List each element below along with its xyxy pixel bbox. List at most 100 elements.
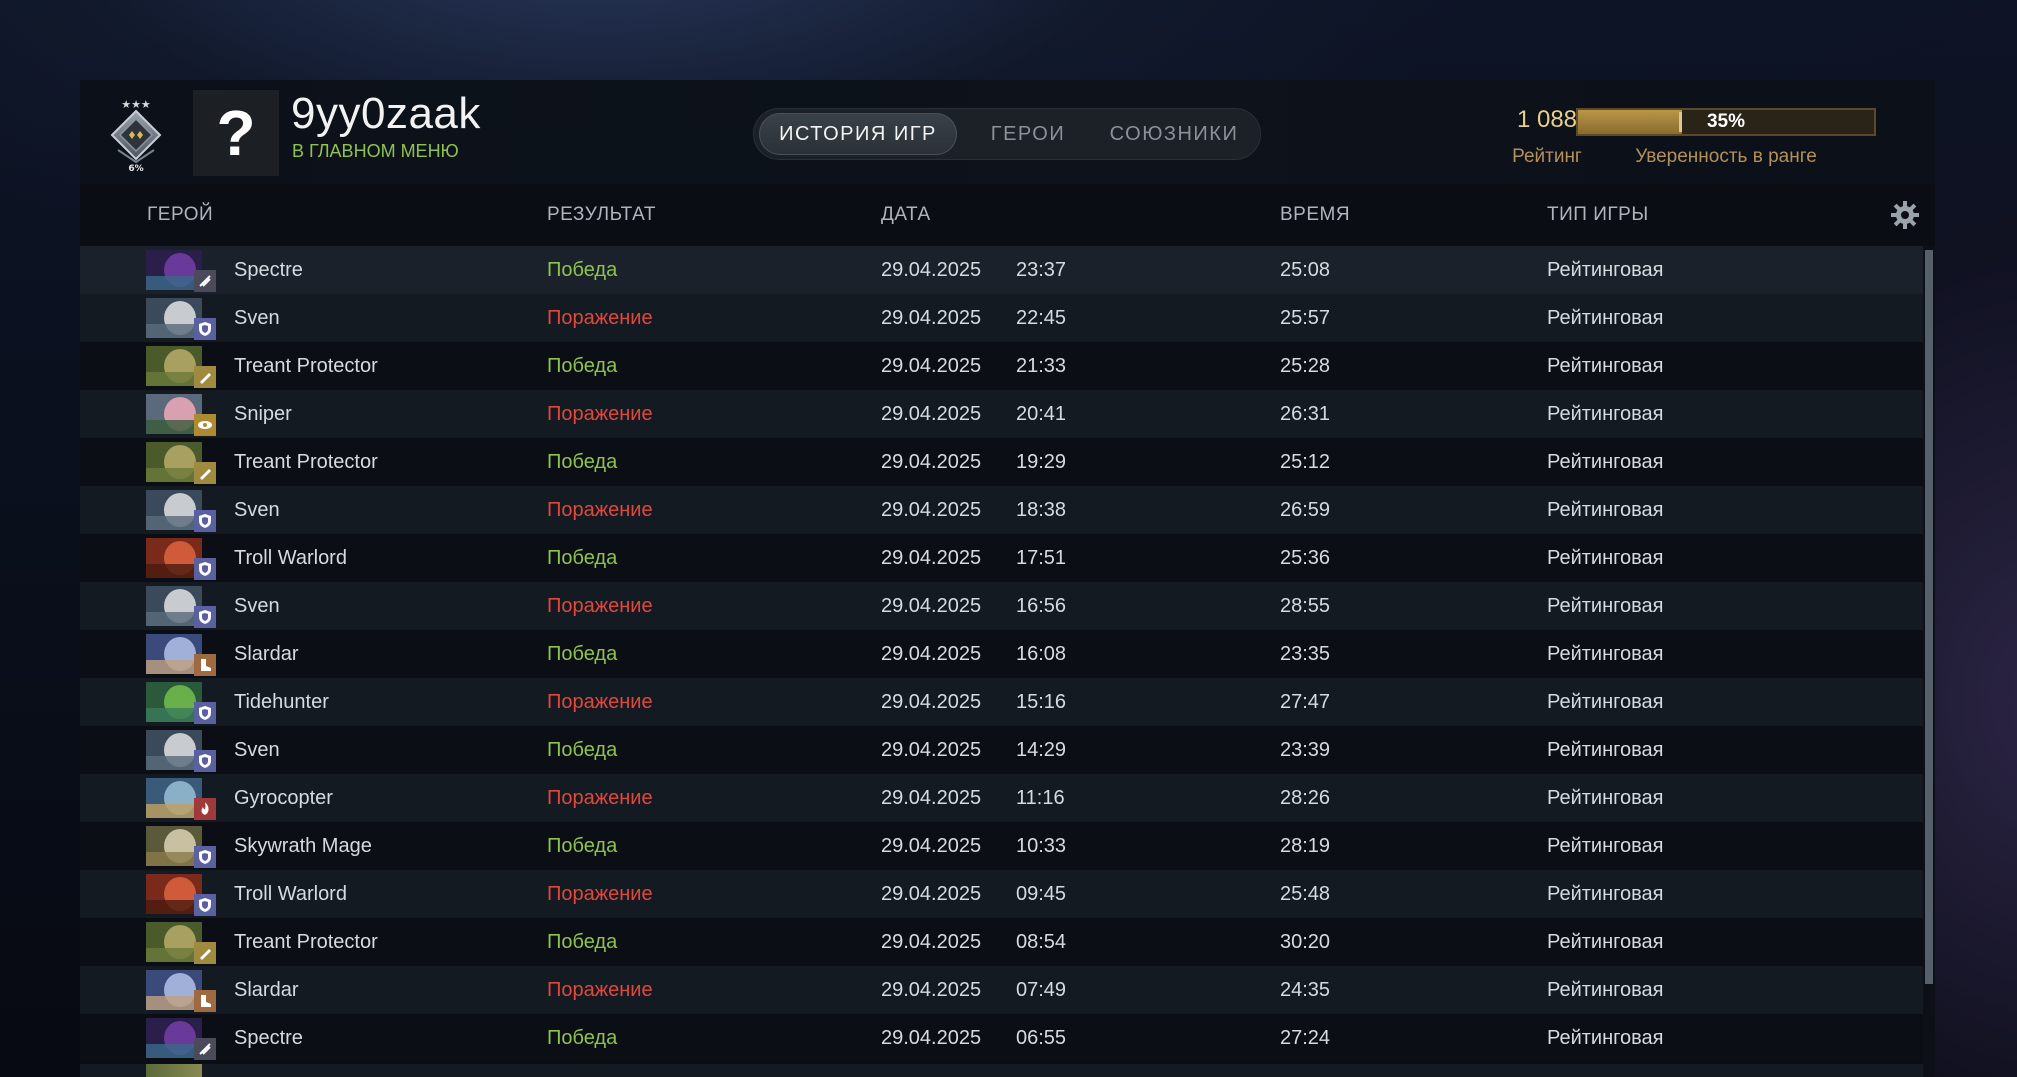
match-result: Поражение bbox=[547, 787, 653, 809]
match-result: Победа bbox=[547, 355, 618, 377]
match-start-time: 15:16 bbox=[1016, 691, 1067, 713]
match-result: Победа bbox=[547, 547, 618, 569]
table-row[interactable]: Sven Победа 29.04.2025 14:29 23:39 Рейтингова… bbox=[80, 726, 1923, 774]
match-date: 29.04.2025 bbox=[881, 979, 982, 1001]
settings-gear-icon[interactable] bbox=[1890, 200, 1920, 230]
match-duration: 27:24 bbox=[1280, 1027, 1331, 1049]
table-row[interactable]: Treant Protector Победа 29.04.2025 19:29 25:… bbox=[80, 438, 1923, 486]
hero-name: Sven bbox=[234, 595, 280, 617]
hero-name: Spectre bbox=[234, 1027, 303, 1049]
match-start-time: 20:41 bbox=[1016, 403, 1067, 425]
match-duration: 28:19 bbox=[1280, 835, 1331, 857]
match-date: 29.04.2025 bbox=[881, 643, 982, 665]
hero-name: Slardar bbox=[234, 643, 299, 665]
game-type: Рейтинговая bbox=[1547, 307, 1664, 329]
match-date: 29.04.2025 bbox=[881, 787, 982, 809]
hero-name: Sniper bbox=[234, 403, 292, 425]
rank-stars: ★★★ bbox=[121, 98, 151, 111]
table-row[interactable]: Treant Protector Победа 29.04.2025 08:54 30:… bbox=[80, 918, 1923, 966]
table-row[interactable]: Spectre Победа 29.04.2025 06:55 27:24 Рейтинг… bbox=[80, 1014, 1923, 1062]
hero-name: Treant Protector bbox=[234, 931, 378, 953]
shield-icon bbox=[194, 702, 216, 724]
table-row[interactable]: Skywrath Mage Победа 29.04.2025 10:33 28:19 Р… bbox=[80, 822, 1923, 870]
rank-medal-icon[interactable]: ★★★ 6% bbox=[106, 98, 166, 172]
carry-icon bbox=[194, 270, 216, 292]
table-row[interactable]: Troll Warlord Победа 29.04.2025 17:51 25:36 Р… bbox=[80, 534, 1923, 582]
match-result: Победа bbox=[547, 643, 618, 665]
hero-name: Sven bbox=[234, 739, 280, 761]
shield-icon bbox=[194, 894, 216, 916]
hero-name: Gyrocopter bbox=[234, 787, 333, 809]
table-row[interactable]: Slardar Победа 29.04.2025 16:08 23:35 Рейтинг… bbox=[80, 630, 1923, 678]
hero-name: Sven bbox=[234, 499, 280, 521]
match-start-time: 07:49 bbox=[1016, 979, 1067, 1001]
tab-heroes[interactable]: ГЕРОИ bbox=[967, 113, 1089, 155]
match-start-time: 10:33 bbox=[1016, 835, 1067, 857]
match-duration: 25:28 bbox=[1280, 355, 1331, 377]
table-row[interactable]: Slardar Поражение 29.04.2025 07:49 24:35 Рейт… bbox=[80, 966, 1923, 1014]
column-header-hero[interactable]: ГЕРОЙ bbox=[147, 204, 213, 226]
match-start-time: 11:16 bbox=[1016, 787, 1065, 809]
tab-match-history[interactable]: ИСТОРИЯ ИГР bbox=[759, 113, 957, 155]
table-row[interactable]: Sven Поражение 29.04.2025 22:45 25:57 Рейтинг… bbox=[80, 294, 1923, 342]
match-date: 29.04.2025 bbox=[881, 451, 982, 473]
hero-name: Troll Warlord bbox=[234, 547, 347, 569]
tab-allies[interactable]: СОЮЗНИКИ bbox=[1099, 113, 1249, 155]
table-row[interactable]: Spectre Победа 29.04.2025 23:37 25:08 Рейтинг… bbox=[80, 246, 1923, 294]
game-type: Рейтинговая bbox=[1547, 883, 1664, 905]
match-result: Поражение bbox=[547, 691, 653, 713]
match-date: 29.04.2025 bbox=[881, 931, 982, 953]
column-header-duration[interactable]: ВРЕМЯ bbox=[1280, 204, 1350, 226]
match-start-time: 18:38 bbox=[1016, 499, 1067, 521]
match-date: 29.04.2025 bbox=[881, 739, 982, 761]
match-start-time: 22:45 bbox=[1016, 307, 1067, 329]
match-duration: 25:57 bbox=[1280, 307, 1331, 329]
hero-name: Sven bbox=[234, 307, 280, 329]
game-type: Рейтинговая bbox=[1547, 787, 1664, 809]
match-start-time: 21:33 bbox=[1016, 355, 1067, 377]
game-type: Рейтинговая bbox=[1547, 691, 1664, 713]
match-result: Поражение bbox=[547, 883, 653, 905]
table-row[interactable]: Treant Protector Победа 29.04.2025 21:33 25:… bbox=[80, 342, 1923, 390]
match-duration: 26:59 bbox=[1280, 499, 1331, 521]
match-start-time: 17:51 bbox=[1016, 547, 1067, 569]
match-start-time: 06:55 bbox=[1016, 1027, 1067, 1049]
tab-bar: ИСТОРИЯ ИГР ГЕРОИ СОЮЗНИКИ bbox=[753, 108, 1261, 160]
scrollbar-track[interactable] bbox=[1923, 246, 1935, 1077]
table-row[interactable]: Tidehunter Поражение 29.04.2025 15:16 27:47 Р… bbox=[80, 678, 1923, 726]
match-list: Spectre Победа 29.04.2025 23:37 25:08 Рейтинг… bbox=[80, 246, 1923, 1062]
scrollbar-thumb[interactable] bbox=[1925, 250, 1933, 984]
boot-icon bbox=[194, 990, 216, 1012]
column-header-game-type[interactable]: ТИП ИГРЫ bbox=[1547, 204, 1649, 226]
player-name: 9yy0zaak bbox=[291, 89, 481, 138]
table-row-partial[interactable] bbox=[80, 1064, 1923, 1077]
table-row[interactable]: Sven Поражение 29.04.2025 16:56 28:55 Рейтинг… bbox=[80, 582, 1923, 630]
table-row[interactable]: Troll Warlord Поражение 29.04.2025 09:45 25:… bbox=[80, 870, 1923, 918]
match-duration: 23:35 bbox=[1280, 643, 1331, 665]
hero-name: Spectre bbox=[234, 259, 303, 281]
match-duration: 26:31 bbox=[1280, 403, 1331, 425]
game-type: Рейтинговая bbox=[1547, 739, 1664, 761]
hero-portrait bbox=[146, 1064, 202, 1077]
shield-icon bbox=[194, 750, 216, 772]
shield-icon bbox=[194, 510, 216, 532]
table-row[interactable]: Gyrocopter Поражение 29.04.2025 11:16 28:26 Р… bbox=[80, 774, 1923, 822]
table-row[interactable]: Sniper Поражение 29.04.2025 20:41 26:31 Рейти… bbox=[80, 390, 1923, 438]
match-result: Победа bbox=[547, 931, 618, 953]
column-header-date[interactable]: ДАТА bbox=[881, 204, 931, 226]
match-result: Поражение bbox=[547, 499, 653, 521]
shield-icon bbox=[194, 606, 216, 628]
table-row[interactable]: Sven Поражение 29.04.2025 18:38 26:59 Рейтинг… bbox=[80, 486, 1923, 534]
match-duration: 23:39 bbox=[1280, 739, 1331, 761]
match-result: Победа bbox=[547, 835, 618, 857]
support-icon bbox=[194, 942, 216, 964]
support-icon bbox=[194, 366, 216, 388]
avatar[interactable]: ? bbox=[193, 90, 279, 176]
carry-icon bbox=[194, 1038, 216, 1060]
column-header-result[interactable]: РЕЗУЛЬТАТ bbox=[547, 204, 656, 226]
game-type: Рейтинговая bbox=[1547, 835, 1664, 857]
profile-header: ★★★ 6% ? 9yy0zaak В ГЛАВНОМ МЕНЮ ИСТОРИЯ… bbox=[80, 80, 1935, 184]
rank-confidence-value: 35% bbox=[1706, 111, 1746, 132]
rank-confidence-bar: 35% bbox=[1576, 108, 1876, 136]
match-result: Победа bbox=[547, 739, 618, 761]
